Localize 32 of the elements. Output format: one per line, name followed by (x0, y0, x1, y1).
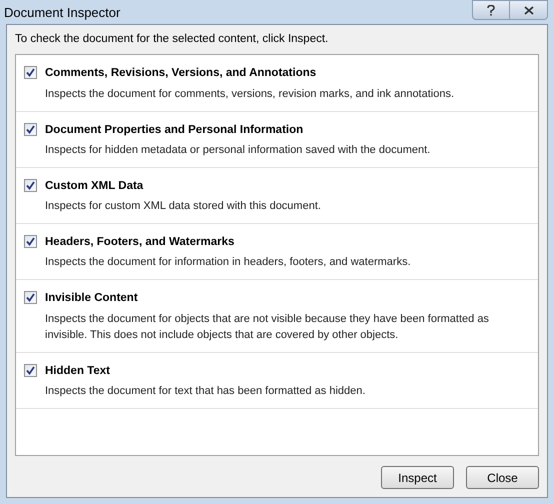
item-title: Comments, Revisions, Versions, and Annotations (45, 66, 318, 82)
check-icon (26, 293, 35, 302)
dialog-button[interactable]: Close (466, 466, 539, 489)
checkbox[interactable] (24, 66, 37, 80)
dialog-button[interactable]: Inspect (381, 466, 454, 489)
check-icon (26, 237, 35, 246)
close-icon (524, 6, 534, 14)
item-description: Inspects the document for information in headers, footers, and watermarks. (45, 255, 412, 270)
check-icon (26, 180, 35, 190)
checkbox[interactable] (24, 291, 37, 304)
item-title: Headers, Footers, and Watermarks (45, 235, 236, 250)
item-title: Document Properties and Personal Information (45, 122, 304, 138)
check-icon (26, 124, 35, 134)
checkbox[interactable] (24, 178, 37, 192)
item-title: Invisible Content (45, 291, 139, 306)
item-description: Inspects the document for comments, versions, revision marks, and ink annotations. (45, 86, 456, 102)
item-title: Hidden Text (45, 364, 111, 378)
item-description: Inspects for hidden metadata or personal information saved with the document. (45, 142, 432, 158)
help-icon (487, 4, 495, 16)
item-title: Custom XML Data (45, 178, 144, 194)
item-description: Inspects for custom XML data stored with this document. (45, 199, 322, 214)
window-title: Document Inspector (4, 4, 120, 22)
help-button[interactable] (472, 0, 510, 20)
check-icon (26, 68, 35, 78)
checkbox[interactable] (24, 235, 37, 248)
checkbox[interactable] (24, 364, 37, 376)
instruction-text: To check the document for the selected content, click Inspect. (15, 32, 330, 47)
checkbox[interactable] (24, 122, 37, 136)
close-button[interactable] (510, 0, 548, 20)
item-description: Inspects the document for objects that are not visible because they have been formatted as invisible. This does not include objects that are covered by other objects. (45, 312, 490, 342)
check-icon (26, 366, 35, 374)
item-description: Inspects the document for text that has been formatted as hidden. (45, 384, 366, 399)
